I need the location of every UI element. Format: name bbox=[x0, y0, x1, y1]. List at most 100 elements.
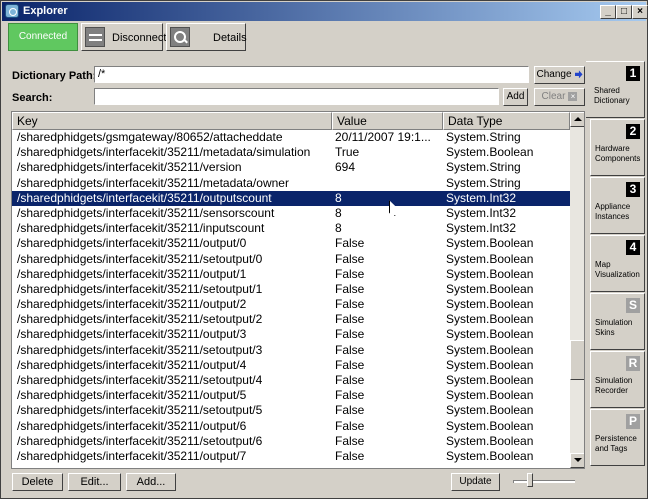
side-tab-4[interactable]: 4 Map Visualization bbox=[590, 235, 645, 292]
update-button[interactable]: Update bbox=[451, 473, 500, 491]
table-row[interactable]: /sharedphidgets/interfacekit/35211/metad… bbox=[12, 176, 570, 191]
scroll-thumb[interactable] bbox=[570, 340, 584, 380]
edit-button[interactable]: Edit... bbox=[68, 473, 121, 491]
cell-datatype: System.Boolean bbox=[446, 388, 534, 403]
table-row[interactable]: /sharedphidgets/interfacekit/35211/setou… bbox=[12, 373, 570, 388]
cell-datatype: System.Boolean bbox=[446, 251, 534, 266]
table-row[interactable]: /sharedphidgets/interfacekit/35211/outpu… bbox=[12, 388, 570, 403]
cell-datatype: System.String bbox=[446, 160, 521, 175]
side-tab-number: 1 bbox=[626, 66, 640, 81]
cell-value: False bbox=[335, 236, 365, 251]
cell-value: False bbox=[335, 297, 365, 312]
cell-datatype: System.Boolean bbox=[446, 145, 534, 160]
change-button[interactable]: Change bbox=[534, 66, 585, 84]
side-tab-1[interactable]: 1 Shared Dictionary bbox=[586, 61, 645, 118]
side-tab-2[interactable]: 2 Hardware Components bbox=[590, 119, 645, 176]
side-tab-number: P bbox=[626, 414, 640, 429]
dictionary-table[interactable]: Key Value Data Type /sharedphidgets/gsmg… bbox=[11, 111, 585, 469]
table-row[interactable]: /sharedphidgets/interfacekit/35211/outpu… bbox=[12, 297, 570, 312]
table-row[interactable]: /sharedphidgets/interfacekit/35211/setou… bbox=[12, 312, 570, 327]
clear-button[interactable]: Clear × bbox=[534, 88, 585, 106]
table-row[interactable]: /sharedphidgets/interfacekit/35211/setou… bbox=[12, 343, 570, 358]
search-input[interactable] bbox=[94, 88, 499, 105]
side-tab-6[interactable]: R Simulation Recorder bbox=[590, 351, 645, 408]
side-tab-panel: 1 Shared Dictionary 2 Hardware Components 3 A… bbox=[586, 61, 646, 497]
table-row[interactable]: /sharedphidgets/interfacekit/35211/versi… bbox=[12, 160, 570, 175]
cell-datatype: System.String bbox=[446, 175, 521, 190]
side-tab-number: S bbox=[626, 298, 640, 313]
cell-value: True bbox=[335, 145, 360, 160]
column-header-key[interactable]: Key bbox=[12, 112, 332, 130]
minimize-button[interactable]: _ bbox=[600, 5, 616, 19]
cell-datatype: System.Boolean bbox=[446, 357, 534, 372]
cell-key: /sharedphidgets/interfacekit/35211/outpu… bbox=[17, 236, 247, 251]
cell-datatype: System.Boolean bbox=[446, 403, 534, 418]
table-row[interactable]: /sharedphidgets/interfacekit/35211/metad… bbox=[12, 145, 570, 160]
slider-thumb[interactable] bbox=[527, 473, 533, 487]
cell-value: False bbox=[335, 418, 365, 433]
side-tab-7[interactable]: P Persistence and Tags bbox=[590, 409, 645, 466]
add-search-button[interactable]: Add bbox=[503, 88, 528, 106]
table-row[interactable]: /sharedphidgets/interfacekit/35211/outpu… bbox=[12, 267, 570, 282]
cell-value: False bbox=[335, 433, 365, 448]
cell-key: /sharedphidgets/interfacekit/35211/outpu… bbox=[17, 297, 247, 312]
disconnect-button[interactable]: Disconnect bbox=[81, 23, 166, 51]
side-tab-number: 4 bbox=[626, 240, 640, 255]
magnifier-icon bbox=[170, 27, 190, 47]
side-tab-3[interactable]: 3 Appliance Instances bbox=[590, 177, 645, 234]
cell-datatype: System.Int32 bbox=[446, 205, 517, 220]
column-header-datatype[interactable]: Data Type bbox=[443, 112, 570, 130]
cell-key: /sharedphidgets/gsmgateway/80652/attache… bbox=[17, 130, 283, 144]
connected-status-button[interactable]: Connected bbox=[8, 23, 78, 51]
cell-datatype: System.Boolean bbox=[446, 373, 534, 387]
cell-key: /sharedphidgets/interfacekit/35211/senso… bbox=[17, 205, 275, 220]
cell-datatype: System.Boolean bbox=[446, 281, 534, 296]
table-row[interactable]: /sharedphidgets/interfacekit/35211/outpu… bbox=[12, 190, 570, 206]
table-row[interactable]: /sharedphidgets/interfacekit/35211/input… bbox=[12, 221, 570, 236]
details-button[interactable]: Details bbox=[166, 23, 247, 51]
dictionary-path-input[interactable]: /* bbox=[94, 66, 529, 83]
vertical-scrollbar[interactable] bbox=[570, 112, 584, 468]
cell-value: 694 bbox=[335, 160, 356, 175]
slider-track[interactable] bbox=[513, 480, 575, 483]
cell-key: /sharedphidgets/interfacekit/35211/setou… bbox=[17, 403, 263, 418]
table-row[interactable]: /sharedphidgets/interfacekit/35211/outpu… bbox=[12, 358, 570, 373]
table-row[interactable]: /sharedphidgets/interfacekit/35211/setou… bbox=[12, 403, 570, 418]
cell-key: /sharedphidgets/interfacekit/35211/outpu… bbox=[17, 418, 247, 433]
swap-arrows-icon bbox=[85, 27, 105, 47]
cell-value: False bbox=[335, 312, 365, 327]
title-bar: Explorer _ □ × bbox=[2, 2, 648, 21]
cell-key: /sharedphidgets/interfacekit/35211/outpu… bbox=[17, 190, 272, 205]
close-button[interactable]: × bbox=[632, 5, 648, 19]
cell-key: /sharedphidgets/interfacekit/35211/versi… bbox=[17, 160, 242, 175]
side-tab-5[interactable]: S Simulation Skins bbox=[590, 293, 645, 350]
table-row[interactable]: /sharedphidgets/interfacekit/35211/setou… bbox=[12, 282, 570, 297]
cell-datatype: System.Int32 bbox=[446, 221, 517, 236]
table-row[interactable]: /sharedphidgets/interfacekit/35211/outpu… bbox=[12, 236, 570, 251]
cell-datatype: System.Boolean bbox=[446, 297, 534, 312]
table-row[interactable]: /sharedphidgets/interfacekit/35211/outpu… bbox=[12, 419, 570, 434]
side-tab-label: Simulation Recorder bbox=[595, 376, 633, 395]
explorer-window: Explorer _ □ × Connected Disconnect Deta… bbox=[0, 0, 648, 499]
cell-key: /sharedphidgets/interfacekit/35211/setou… bbox=[17, 251, 263, 266]
cell-value: 20/11/2007 19:1... bbox=[335, 130, 431, 144]
table-row[interactable]: /sharedphidgets/interfacekit/35211/setou… bbox=[12, 434, 570, 449]
maximize-button[interactable]: □ bbox=[616, 5, 632, 19]
table-row[interactable]: /sharedphidgets/interfacekit/35211/outpu… bbox=[12, 449, 570, 464]
add-button[interactable]: Add... bbox=[126, 473, 176, 491]
scroll-down-button[interactable] bbox=[570, 453, 584, 468]
cell-key: /sharedphidgets/interfacekit/35211/metad… bbox=[17, 175, 289, 190]
table-row[interactable]: /sharedphidgets/interfacekit/35211/outpu… bbox=[12, 327, 570, 342]
scroll-up-button[interactable] bbox=[570, 112, 584, 127]
dictionary-path-label: Dictionary Path: bbox=[12, 70, 97, 82]
column-header-value[interactable]: Value bbox=[332, 112, 443, 130]
cell-key: /sharedphidgets/interfacekit/35211/setou… bbox=[17, 373, 263, 387]
table-row[interactable]: /sharedphidgets/gsmgateway/80652/attache… bbox=[12, 130, 570, 145]
clear-x-icon: × bbox=[568, 91, 578, 101]
cell-key: /sharedphidgets/interfacekit/35211/outpu… bbox=[17, 266, 247, 281]
table-row[interactable]: /sharedphidgets/interfacekit/35211/setou… bbox=[12, 252, 570, 267]
delete-button[interactable]: Delete bbox=[12, 473, 63, 491]
cell-value: False bbox=[335, 373, 365, 387]
table-row[interactable]: /sharedphidgets/interfacekit/35211/senso… bbox=[12, 206, 570, 221]
side-tab-label: Hardware Components bbox=[595, 144, 641, 163]
